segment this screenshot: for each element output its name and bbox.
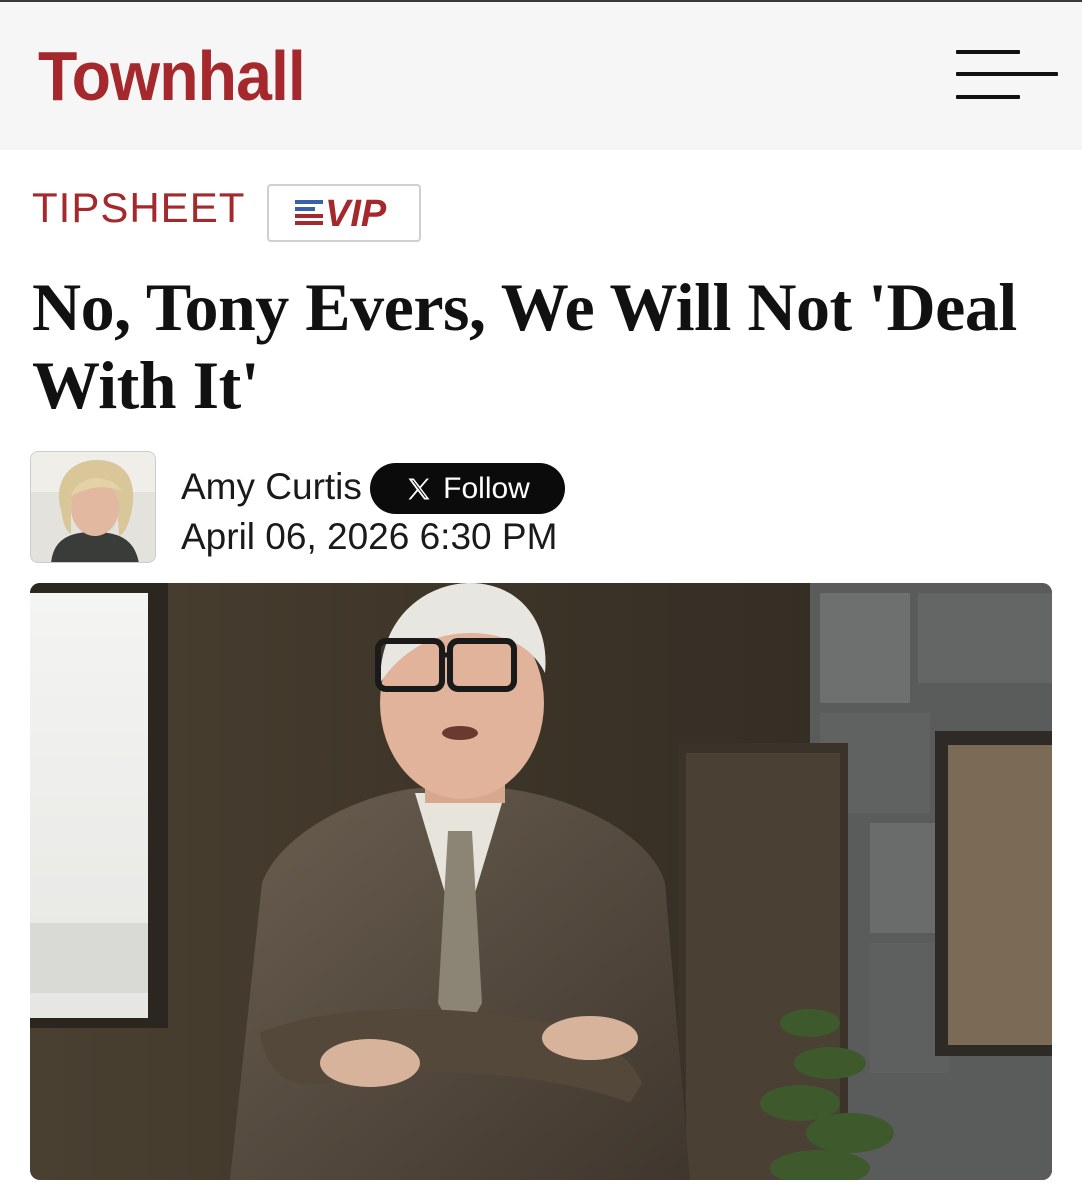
author-avatar[interactable] <box>30 451 156 563</box>
vip-label: VIP <box>325 193 387 235</box>
category-label[interactable]: TIPSHEET <box>32 184 245 232</box>
article-headline: No, Tony Evers, We Will Not 'Deal With I… <box>32 269 1017 423</box>
site-logo[interactable]: Townhall <box>38 36 306 116</box>
hero-photo[interactable] <box>30 583 1052 1180</box>
hamburger-menu-icon[interactable] <box>950 46 1060 106</box>
author-name[interactable]: Amy Curtis <box>181 462 362 512</box>
publish-date: April 06, 2026 6:30 PM <box>181 516 558 557</box>
american-flag-icon <box>295 200 323 225</box>
follow-label: Follow <box>443 471 530 505</box>
vip-badge[interactable]: VIP <box>267 184 421 242</box>
x-logo-icon <box>408 478 430 499</box>
site-header: Townhall <box>0 0 1082 150</box>
follow-button[interactable]: Follow <box>370 463 565 514</box>
